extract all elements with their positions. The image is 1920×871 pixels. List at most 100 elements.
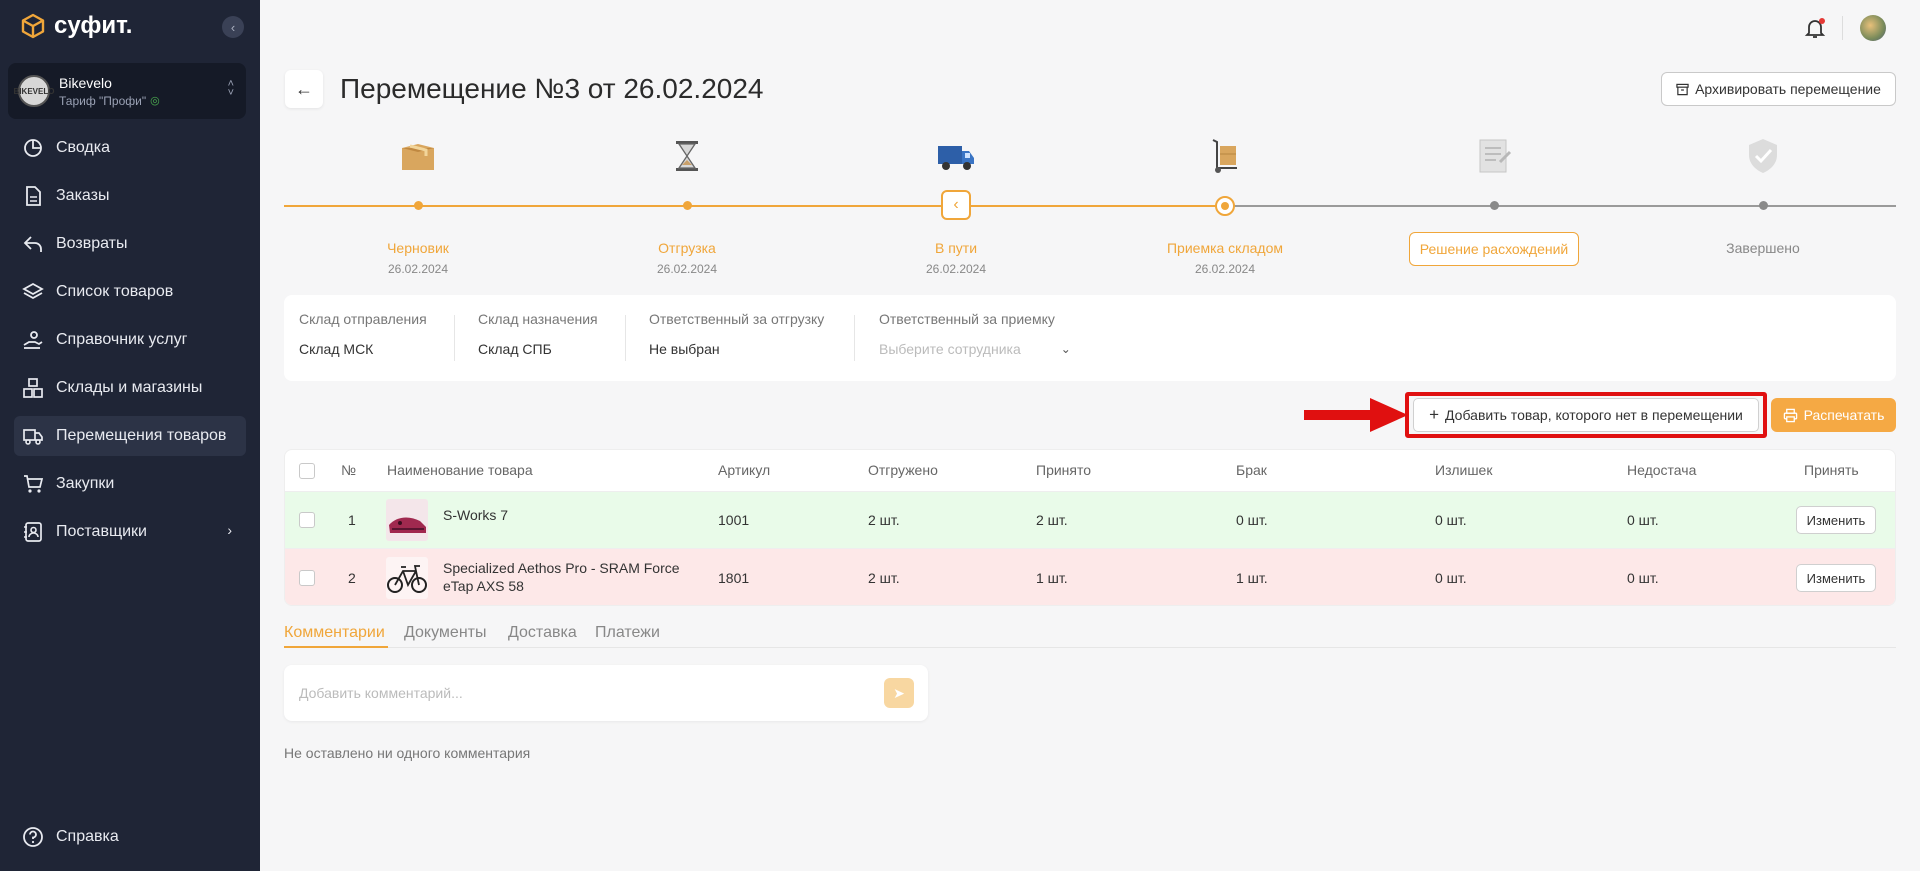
add-missing-product-button[interactable]: + Добавить товар, которого нет в перемещ… xyxy=(1413,398,1759,432)
add-missing-product-label: Добавить товар, которого нет в перемещен… xyxy=(1445,407,1743,423)
row-number: 2 xyxy=(348,570,356,586)
step-label: Решение расхождений xyxy=(1419,241,1569,257)
product-thumbnail xyxy=(386,499,428,541)
tab-delivery[interactable]: Доставка xyxy=(508,624,577,642)
row-checkbox[interactable] xyxy=(299,570,315,586)
help-link[interactable]: Справка xyxy=(22,826,119,848)
send-comment-button[interactable]: ➤ xyxy=(884,678,914,708)
sidebar-item-products[interactable]: Список товаров xyxy=(14,272,246,312)
collapse-sidebar-button[interactable]: ‹ xyxy=(222,16,244,38)
edit-label: Изменить xyxy=(1806,570,1866,586)
account-plan: Тариф "Профи" ◎ xyxy=(59,94,160,108)
source-warehouse-label: Склад отправления xyxy=(299,311,427,327)
account-name: Bikevelo xyxy=(59,74,112,91)
edit-row-button[interactable]: Изменить xyxy=(1796,506,1876,534)
layers-icon xyxy=(22,282,44,300)
divider xyxy=(854,315,855,361)
tab-documents[interactable]: Документы xyxy=(404,624,486,642)
notifications-button[interactable] xyxy=(1803,16,1827,40)
product-name-line2: eTap AXS 58 xyxy=(443,578,524,594)
brand-logo[interactable]: суфит. xyxy=(20,12,132,40)
archive-transfer-button[interactable]: Архивировать перемещение xyxy=(1661,72,1896,106)
check-circle-icon: ◎ xyxy=(150,95,160,107)
sidebar-item-services[interactable]: Справочник услуг xyxy=(14,320,246,360)
edit-label: Изменить xyxy=(1806,512,1866,528)
help-label: Справка xyxy=(56,828,119,845)
progress-line-done xyxy=(284,205,1222,207)
question-circle-icon xyxy=(23,827,43,847)
brand-name: суфит. xyxy=(54,12,133,39)
boxes-icon xyxy=(23,378,43,398)
hourglass-icon xyxy=(676,141,698,171)
tab-payments[interactable]: Платежи xyxy=(595,624,660,642)
active-tab-indicator xyxy=(284,646,388,648)
step-label: Черновик xyxy=(387,240,449,256)
shipping-responsible: Ответственный за отгрузку Не выбран xyxy=(649,311,824,357)
sidebar-item-warehouses[interactable]: Склады и магазины xyxy=(14,368,246,408)
select-all-checkbox[interactable] xyxy=(299,463,315,479)
sidebar-item-transfers[interactable]: Перемещения товаров xyxy=(14,416,246,456)
sidebar-nav: Сводка Заказы Возвраты Список товаров Сп… xyxy=(14,128,246,560)
col-surplus: Излишек xyxy=(1435,462,1493,478)
transfer-info-card: Склад отправления Склад МСК Склад назнач… xyxy=(284,295,1896,381)
step-label: Отгрузка xyxy=(658,240,716,256)
col-sku: Артикул xyxy=(718,462,771,478)
step-date: 26.02.2024 xyxy=(1194,262,1256,276)
sidebar-item-label: Закупки xyxy=(56,475,115,492)
notification-badge xyxy=(1819,18,1825,24)
product-name-line1: Specialized Aethos Pro - SRAM Force xyxy=(443,560,680,576)
shipping-responsible-label: Ответственный за отгрузку xyxy=(649,311,825,327)
sidebar-item-label: Поставщики xyxy=(56,523,147,540)
hand-truck-icon xyxy=(1212,139,1237,173)
sidebar-item-returns[interactable]: Возвраты xyxy=(14,224,246,264)
step-label-active[interactable]: Решение расхождений xyxy=(1409,232,1579,266)
step-label: Приемка складом xyxy=(1166,240,1283,256)
comment-input[interactable]: Добавить комментарий... xyxy=(299,685,463,701)
current-step-marker[interactable]: ‹ xyxy=(941,190,971,220)
table-header: № Наименование товара Артикул Отгружено … xyxy=(285,450,1895,492)
shipping-responsible-value: Не выбран xyxy=(649,341,720,357)
comment-input-box[interactable]: Добавить комментарий... ➤ xyxy=(284,665,928,721)
defect-qty: 1 шт. xyxy=(1236,570,1268,586)
chevron-left-icon: ‹ xyxy=(230,19,236,35)
product-thumbnail xyxy=(386,557,428,599)
step-dot xyxy=(1759,201,1768,210)
account-switcher[interactable]: BIKEVELO Bikevelo Тариф "Профи" ◎ ˄ ˅ xyxy=(8,63,246,119)
product-sku: 1801 xyxy=(718,570,750,586)
printer-icon xyxy=(1783,408,1797,422)
sidebar-item-orders[interactable]: Заказы xyxy=(14,176,246,216)
surplus-qty: 0 шт. xyxy=(1435,570,1467,586)
progress-line-pending xyxy=(1222,205,1896,207)
edit-row-button[interactable]: Изменить xyxy=(1796,564,1876,592)
divider xyxy=(625,315,626,361)
accepted-qty: 1 шт. xyxy=(1036,570,1068,586)
step-date: 26.02.2024 xyxy=(656,262,718,276)
step-date: 26.02.2024 xyxy=(925,262,987,276)
detail-tabs: Комментарии Документы Доставка Платежи xyxy=(284,622,1896,648)
row-checkbox[interactable] xyxy=(299,512,315,528)
tab-comments[interactable]: Комментарии xyxy=(284,624,385,642)
sidebar-item-suppliers[interactable]: Поставщики › xyxy=(14,512,246,552)
account-plan-label: Тариф "Профи" xyxy=(59,93,147,108)
employee-select[interactable]: Выберите сотрудника ⌄ xyxy=(879,341,1071,357)
send-icon: ➤ xyxy=(893,684,905,701)
sidebar-item-summary[interactable]: Сводка xyxy=(14,128,246,168)
sidebar: суфит. ‹ BIKEVELO Bikevelo Тариф "Профи"… xyxy=(0,0,260,871)
product-name: Specialized Aethos Pro - SRAM Force eTap… xyxy=(443,559,680,595)
source-warehouse: Склад отправления Склад МСК xyxy=(299,311,427,357)
sidebar-item-label: Перемещения товаров xyxy=(56,427,227,444)
employee-select-placeholder: Выберите сотрудника xyxy=(879,341,1021,357)
hand-service-icon xyxy=(23,331,43,349)
print-button[interactable]: Распечатать xyxy=(1771,398,1896,432)
sidebar-item-purchases[interactable]: Закупки xyxy=(14,464,246,504)
sidebar-item-label: Сводка xyxy=(56,139,111,156)
col-name: Наименование товара xyxy=(387,462,533,478)
sidebar-item-label: Заказы xyxy=(56,187,110,204)
delivery-truck-icon xyxy=(938,146,974,170)
user-avatar[interactable] xyxy=(1860,15,1886,41)
step-label: Завершено xyxy=(1726,240,1800,256)
back-button[interactable]: ← xyxy=(285,70,323,108)
destination-warehouse-value: Склад СПБ xyxy=(478,341,552,357)
destination-warehouse-label: Склад назначения xyxy=(478,311,598,327)
receiving-responsible: Ответственный за приемку Выберите сотруд… xyxy=(879,311,1071,357)
